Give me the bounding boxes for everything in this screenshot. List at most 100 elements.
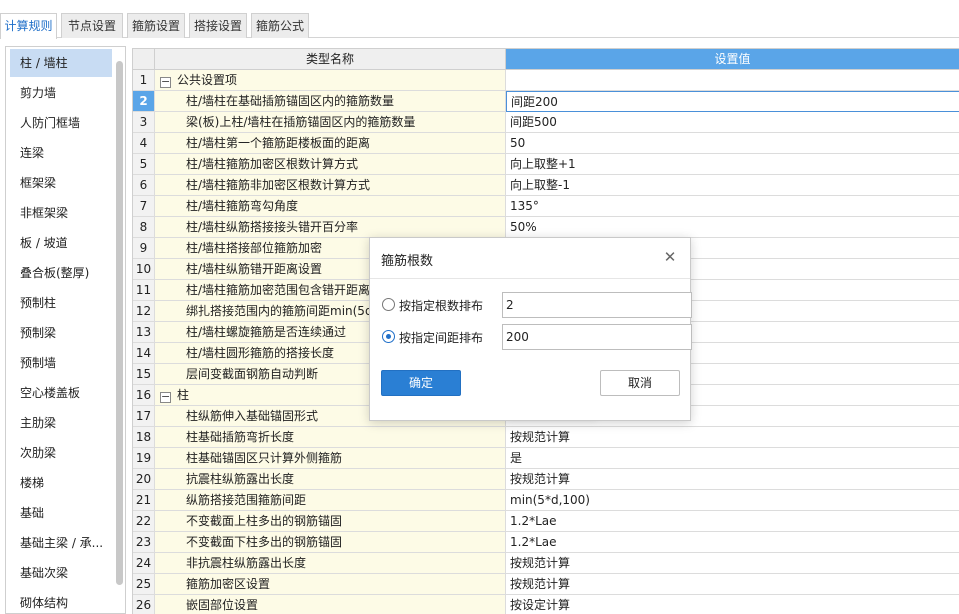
tab-stirrup-formula[interactable]: 箍筋公式 (251, 13, 309, 38)
sidebar-item[interactable]: 预制梁 (10, 319, 112, 347)
row-number: 12 (133, 301, 155, 322)
table-row[interactable]: 6 柱/墙柱箍筋非加密区根数计算方式 向上取整-1 (133, 175, 959, 196)
sidebar-item[interactable]: 主肋梁 (10, 409, 112, 437)
table-row[interactable]: 3 梁(板)上柱/墙柱在插筋锚固区内的箍筋数量 间距500 (133, 112, 959, 133)
sidebar-item[interactable]: 板 / 坡道 (10, 229, 112, 257)
sidebar-item[interactable]: 次肋梁 (10, 439, 112, 467)
row-setting-value[interactable]: 50% (506, 217, 959, 238)
row-number: 10 (133, 259, 155, 280)
row-number: 15 (133, 364, 155, 385)
row-type-name: 柱/墙柱在基础插筋锚固区内的箍筋数量 (155, 91, 506, 112)
sidebar-item[interactable]: 人防门框墙 (10, 109, 112, 137)
spacing-input[interactable] (502, 324, 692, 350)
table-row[interactable]: 22 不变截面上柱多出的钢筋锚固 1.2*Lae (133, 511, 959, 532)
row-number: 3 (133, 112, 155, 133)
group-label: 柱 (177, 388, 190, 402)
ok-button[interactable]: 确定 (381, 370, 461, 396)
table-row[interactable]: 7 柱/墙柱箍筋弯勾角度 135° (133, 196, 959, 217)
collapse-icon[interactable]: − (160, 76, 171, 88)
row-type-name: 柱基础锚固区只计算外侧箍筋 (155, 448, 506, 469)
row-number: 21 (133, 490, 155, 511)
table-row[interactable]: 4 柱/墙柱第一个箍筋距楼板面的距离 50 (133, 133, 959, 154)
row-setting-value[interactable]: 按规范计算 (506, 574, 959, 595)
row-number: 4 (133, 133, 155, 154)
tab-lap-settings[interactable]: 搭接设置 (189, 13, 247, 38)
row-setting-value[interactable]: 向上取整+1 (506, 154, 959, 175)
tab-bar: 计算规则 节点设置 箍筋设置 搭接设置 箍筋公式 (0, 0, 959, 39)
row-number: 17 (133, 406, 155, 427)
row-setting-value[interactable] (506, 70, 959, 91)
collapse-icon[interactable]: − (160, 391, 171, 403)
option-spacing-row: 按指定间距排布 (382, 324, 692, 350)
sidebar-item[interactable]: 预制柱 (10, 289, 112, 317)
row-type-name: 嵌固部位设置 (155, 595, 506, 614)
sidebar-scrollbar[interactable] (116, 61, 123, 585)
sidebar-item[interactable]: 预制墙 (10, 349, 112, 377)
row-number: 1 (133, 70, 155, 91)
tab-stirrup-settings[interactable]: 箍筋设置 (127, 13, 185, 38)
table-row[interactable]: 18 柱基础插筋弯折长度 按规范计算 (133, 427, 959, 448)
row-setting-value[interactable]: 按规范计算 (506, 553, 959, 574)
sidebar-item[interactable]: 基础次梁 (10, 559, 112, 587)
table-row[interactable]: 19 柱基础锚固区只计算外侧箍筋是 (133, 448, 959, 469)
dialog-title: 箍筋根数 (381, 254, 434, 269)
row-type-name: 柱/墙柱箍筋弯勾角度 (155, 196, 506, 217)
row-setting-value[interactable]: 1.2*Lae (506, 532, 959, 553)
table-row[interactable]: 20 抗震柱纵筋露出长度 按规范计算 (133, 469, 959, 490)
group-label: 公共设置项 (177, 73, 238, 87)
option-spacing-label[interactable]: 按指定间距排布 (399, 329, 483, 346)
row-number: 16 (133, 385, 155, 406)
sidebar-item[interactable]: 叠合板(整厚) (10, 259, 112, 287)
row-setting-value[interactable]: 间距500 (506, 112, 959, 133)
row-type-name: 柱/墙柱箍筋非加密区根数计算方式 (155, 175, 506, 196)
cancel-button[interactable]: 取消 (600, 370, 680, 396)
tab-calc-rules[interactable]: 计算规则 (0, 13, 57, 39)
table-row[interactable]: 2 柱/墙柱在基础插筋锚固区内的箍筋数量 间距200 (133, 91, 959, 112)
table-row[interactable]: 24 非抗震柱纵筋露出长度 按规范计算 (133, 553, 959, 574)
count-input[interactable] (502, 292, 692, 318)
option-count-label[interactable]: 按指定根数排布 (399, 297, 483, 314)
sidebar-item[interactable]: 基础 (10, 499, 112, 527)
tab-node-settings[interactable]: 节点设置 (61, 13, 123, 38)
row-setting-value[interactable]: 50 (506, 133, 959, 154)
row-number: 9 (133, 238, 155, 259)
row-type-name: 纵筋搭接范围箍筋间距 (155, 490, 506, 511)
table-row[interactable]: 25 箍筋加密区设置 按规范计算 (133, 574, 959, 595)
row-number: 2 (133, 91, 155, 112)
radio-spacing[interactable] (382, 330, 395, 343)
table-row[interactable]: 23 不变截面下柱多出的钢筋锚固 1.2*Lae (133, 532, 959, 553)
sidebar-item[interactable]: 柱 / 墙柱 (10, 49, 112, 77)
row-setting-value[interactable]: 按设定计算 (506, 595, 959, 614)
sidebar-item[interactable]: 框架梁 (10, 169, 112, 197)
row-setting-value[interactable]: 间距200 (506, 91, 959, 112)
row-number: 11 (133, 280, 155, 301)
option-count-row: 按指定根数排布 (382, 292, 692, 318)
dialog-divider (370, 278, 690, 279)
stirrup-count-dialog: 箍筋根数 ✕ 按指定根数排布 按指定间距排布 确定 取消 (369, 237, 692, 421)
sidebar-item[interactable]: 非框架梁 (10, 199, 112, 227)
row-setting-value[interactable]: 向上取整-1 (506, 175, 959, 196)
row-setting-value[interactable]: 按规范计算 (506, 469, 959, 490)
sidebar-item[interactable]: 砌体结构 (10, 589, 112, 613)
row-setting-value[interactable]: 按规范计算 (506, 427, 959, 448)
sidebar-item[interactable]: 剪力墙 (10, 79, 112, 107)
row-number: 6 (133, 175, 155, 196)
sidebar-item[interactable]: 楼梯 (10, 469, 112, 497)
row-setting-value[interactable]: min(5*d,100) (506, 490, 959, 511)
row-setting-value[interactable]: 是 (506, 448, 959, 469)
table-row[interactable]: 21 纵筋搭接范围箍筋间距 min(5*d,100) (133, 490, 959, 511)
row-number: 24 (133, 553, 155, 574)
table-row[interactable]: 1− 公共设置项 (133, 70, 959, 91)
sidebar-item[interactable]: 基础主梁 / 承... (10, 529, 112, 557)
row-setting-value[interactable]: 1.2*Lae (506, 511, 959, 532)
close-icon[interactable]: ✕ (660, 247, 680, 267)
row-number: 22 (133, 511, 155, 532)
sidebar-item[interactable]: 连梁 (10, 139, 112, 167)
sidebar-item[interactable]: 空心楼盖板 (10, 379, 112, 407)
sidebar: 柱 / 墙柱 剪力墙 人防门框墙 连梁 框架梁 非框架梁板 / 坡道 叠合板(整厚) 预制柱预… (5, 46, 126, 614)
table-row[interactable]: 8 柱/墙柱纵筋搭接接头错开百分率 50% (133, 217, 959, 238)
table-row[interactable]: 26 嵌固部位设置 按设定计算 (133, 595, 959, 614)
radio-count[interactable] (382, 298, 395, 311)
table-row[interactable]: 5 柱/墙柱箍筋加密区根数计算方式 向上取整+1 (133, 154, 959, 175)
row-setting-value[interactable]: 135° (506, 196, 959, 217)
